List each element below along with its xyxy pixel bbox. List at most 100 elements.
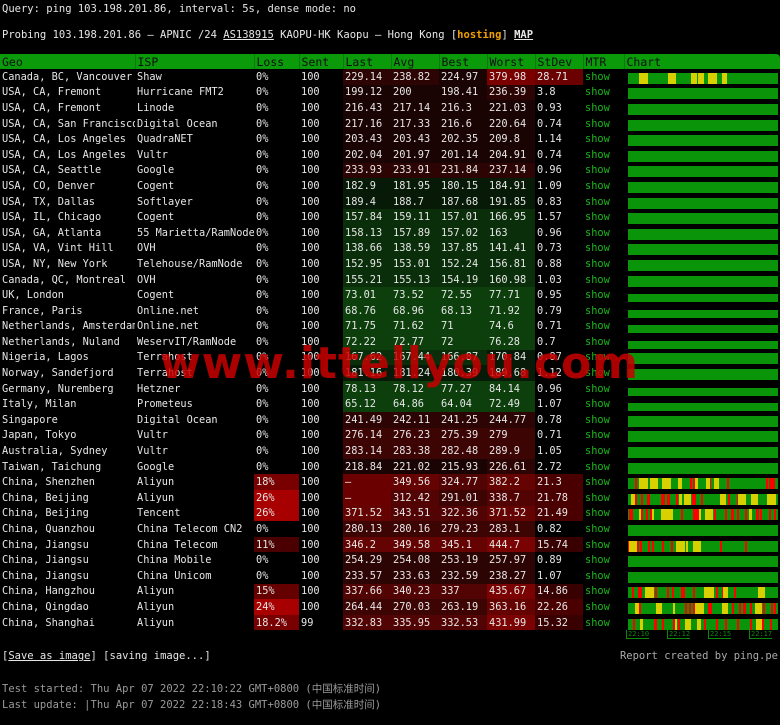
- cell-loss: 0%: [256, 257, 269, 270]
- cell-last: 181.16: [343, 365, 391, 381]
- mtr-show-link[interactable]: show: [583, 474, 624, 490]
- cell-last: 264.44: [343, 599, 391, 615]
- column-header-last[interactable]: Last: [343, 54, 392, 69]
- mtr-show-link[interactable]: show: [583, 69, 624, 85]
- latency-sparkline-cell: [624, 241, 780, 257]
- mtr-show-link[interactable]: show: [583, 428, 624, 444]
- cell-geo: USA, TX, Dallas: [2, 195, 95, 208]
- cell-loss: 0%: [256, 429, 269, 442]
- cell-worst: 191.85: [487, 193, 535, 210]
- mtr-show-link[interactable]: show: [583, 396, 624, 412]
- save-as-image-link[interactable]: Save as image: [8, 650, 90, 662]
- latency-sparkline-cell: [624, 615, 780, 631]
- packet-loss-mark: [640, 540, 642, 552]
- mtr-show-link[interactable]: show: [583, 506, 624, 522]
- latency-sparkline-cell: [624, 552, 780, 568]
- mtr-show-link[interactable]: show: [583, 319, 624, 335]
- packet-loss-mark: [720, 540, 722, 552]
- mtr-show-link[interactable]: show: [583, 256, 624, 272]
- cell-last: 229.14: [343, 69, 391, 85]
- packet-loss-mark: [725, 618, 727, 630]
- mtr-show-link[interactable]: show: [583, 131, 624, 147]
- cell-last: 152.95: [343, 256, 391, 272]
- mtr-show-link[interactable]: show: [583, 568, 624, 584]
- packet-loss-mark: [714, 509, 716, 521]
- mtr-show-link[interactable]: show: [583, 225, 624, 241]
- mtr-show-link[interactable]: show: [583, 537, 624, 553]
- cell-avg: 181.95: [391, 178, 439, 194]
- packet-loss-mark: [663, 493, 665, 505]
- cell-best: 202.35: [439, 131, 487, 147]
- mtr-show-link[interactable]: show: [583, 599, 624, 615]
- mtr-show-link[interactable]: show: [583, 241, 624, 257]
- probe-middle: KAOPU-HK Kaopu — Hong Kong [: [273, 29, 458, 41]
- mtr-show-link[interactable]: show: [583, 521, 624, 537]
- cell-loss: 0%: [256, 148, 269, 161]
- latency-sparkline-cell: [624, 599, 780, 615]
- latency-sparkline-cell: [624, 85, 780, 101]
- cell-geo: Japan, Tokyo: [2, 429, 77, 442]
- packet-loss-mark: [745, 509, 747, 521]
- cell-sent: 100: [301, 289, 320, 302]
- column-header-best[interactable]: Best: [439, 54, 488, 69]
- column-header-worst[interactable]: Worst: [487, 54, 536, 69]
- column-header-avg[interactable]: Avg: [391, 54, 440, 69]
- cell-isp: Google: [137, 164, 175, 177]
- column-header-loss[interactable]: Loss: [254, 54, 300, 69]
- mtr-show-link[interactable]: show: [583, 350, 624, 366]
- mtr-show-link[interactable]: show: [583, 163, 624, 179]
- high-latency-mark: [695, 478, 698, 490]
- mtr-show-link[interactable]: show: [583, 287, 624, 303]
- mtr-show-link[interactable]: show: [583, 412, 624, 428]
- table-row: USA, CA, Fremont Hurricane FMT2 0% 100 199.1…: [0, 84, 780, 101]
- cell-geo: Canada, QC, Montreal: [2, 273, 126, 286]
- cell-worst: 431.99: [487, 614, 535, 631]
- mtr-show-link[interactable]: show: [583, 194, 624, 210]
- cell-sent: 100: [301, 554, 320, 567]
- packet-loss-mark: [693, 493, 695, 505]
- column-header-geo[interactable]: Geo: [0, 54, 136, 69]
- map-link[interactable]: MAP: [514, 29, 533, 41]
- cell-isp: Linode: [137, 101, 175, 114]
- column-header-mtr[interactable]: MTR: [583, 54, 625, 69]
- cell-last: 72.22: [343, 334, 391, 350]
- mtr-show-link[interactable]: show: [583, 584, 624, 600]
- mtr-show-link[interactable]: show: [583, 100, 624, 116]
- mtr-show-link[interactable]: show: [583, 334, 624, 350]
- column-header-chart[interactable]: Chart: [624, 54, 780, 69]
- column-header-sent[interactable]: Sent: [299, 54, 344, 69]
- mtr-show-link[interactable]: show: [583, 459, 624, 475]
- column-header-stdev[interactable]: StDev: [535, 54, 584, 69]
- asn-link[interactable]: AS138915: [223, 29, 274, 41]
- cell-loss: 26%: [254, 505, 299, 522]
- cell-loss: 0%: [256, 70, 269, 83]
- mtr-show-link[interactable]: show: [583, 615, 624, 631]
- cell-stdev: 0.93: [537, 101, 562, 114]
- mtr-show-link[interactable]: show: [583, 552, 624, 568]
- packet-loss-mark: [763, 602, 765, 614]
- mtr-show-link[interactable]: show: [583, 272, 624, 288]
- latency-sparkline-cell: [624, 147, 780, 163]
- cell-loss: 0%: [256, 226, 269, 239]
- mtr-show-link[interactable]: show: [583, 85, 624, 101]
- cell-stdev: 0.71: [537, 320, 562, 333]
- mtr-show-link[interactable]: show: [583, 365, 624, 381]
- cell-isp: Online.net: [137, 320, 199, 333]
- mtr-show-link[interactable]: show: [583, 209, 624, 225]
- column-header-isp[interactable]: ISP: [135, 54, 255, 69]
- cell-geo: USA, CA, Los Angeles: [2, 133, 126, 146]
- mtr-show-link[interactable]: show: [583, 381, 624, 397]
- saving-status: [saving image...]: [103, 650, 211, 662]
- latency-sparkline: [628, 119, 778, 131]
- mtr-show-link[interactable]: show: [583, 116, 624, 132]
- cell-stdev: 1.12: [537, 367, 562, 380]
- cell-best: 187.68: [439, 193, 487, 210]
- cell-sent: 100: [301, 226, 320, 239]
- cell-sent: 100: [301, 445, 320, 458]
- mtr-show-link[interactable]: show: [583, 490, 624, 506]
- mtr-show-link[interactable]: show: [583, 147, 624, 163]
- mtr-show-link[interactable]: show: [583, 178, 624, 194]
- mtr-show-link[interactable]: show: [583, 303, 624, 319]
- packet-loss-mark: [689, 602, 691, 614]
- mtr-show-link[interactable]: show: [583, 443, 624, 459]
